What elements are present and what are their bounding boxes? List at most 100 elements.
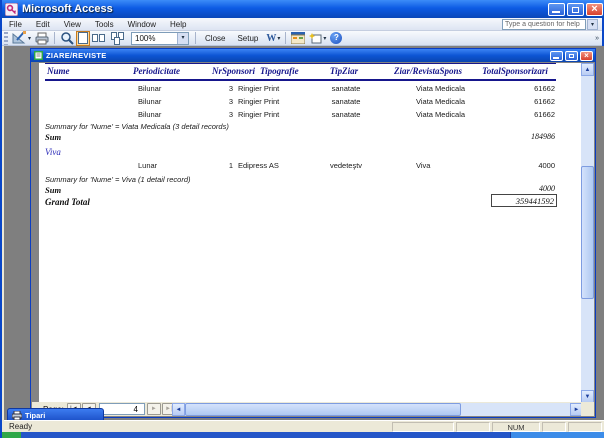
menu-file[interactable]: File xyxy=(2,18,29,31)
status-cell xyxy=(456,421,490,432)
menu-edit[interactable]: Edit xyxy=(29,18,57,31)
access-app-icon xyxy=(5,2,18,16)
cell-tipografie: Ringier Print xyxy=(238,84,280,93)
office-links-button[interactable]: W ▾ xyxy=(264,31,282,46)
report-window: ZIARE/REVISTE × Nume Periodicitate NrSpo… xyxy=(30,48,596,418)
report-title-bar[interactable]: ZIARE/REVISTE × xyxy=(31,49,595,62)
close-preview-button[interactable]: Close xyxy=(199,31,231,45)
next-page-button[interactable]: ► xyxy=(146,403,161,415)
multiple-pages-button[interactable] xyxy=(109,31,128,46)
close-button[interactable]: × xyxy=(586,2,603,16)
cell-periodicitate: Bilunar xyxy=(138,97,162,106)
help-button[interactable]: ? xyxy=(328,31,344,46)
grand-total-label: Grand Total xyxy=(45,197,90,207)
design-view-dropdown-icon: ▾ xyxy=(28,35,32,42)
menu-help[interactable]: Help xyxy=(163,18,193,31)
menu-tools[interactable]: Tools xyxy=(88,18,121,31)
table-row: Lunar 1 Edipress AS vedeteştv Viva 4000 xyxy=(39,161,582,173)
access-window: Microsoft Access × File Edit View Tools … xyxy=(0,0,604,438)
print-button[interactable] xyxy=(33,31,51,46)
report-icon xyxy=(34,51,43,60)
office-links-icon: W xyxy=(266,32,277,44)
database-window-button[interactable] xyxy=(289,31,307,46)
cell-nrsponsori: 3 xyxy=(228,97,233,106)
two-pages-button[interactable] xyxy=(90,31,109,46)
col-header-totalsponsorizari: TotalSponsorizari xyxy=(482,66,548,76)
current-page-input[interactable] xyxy=(98,403,145,415)
minimized-window-title: Tipari xyxy=(25,410,46,420)
status-cell xyxy=(392,421,454,432)
office-links-dropdown-icon: ▾ xyxy=(277,35,281,42)
page-navigation-bar: Page: |◄ ◄ ► ►| ◄ ► xyxy=(32,402,583,416)
col-header-tipografie: Tipografie xyxy=(260,66,299,76)
zoom-tool-button[interactable] xyxy=(58,31,76,46)
cell-tipziar: sanatate xyxy=(331,110,361,119)
report-minimize-button[interactable] xyxy=(550,50,563,61)
zoom-combobox[interactable]: 100% ▾ xyxy=(131,31,190,45)
status-cell xyxy=(568,421,602,432)
cell-ziar: Viva xyxy=(416,161,431,170)
sum-label: Sum xyxy=(45,132,62,142)
cell-periodicitate: Bilunar xyxy=(138,84,162,93)
cell-tipografie: Edipress AS xyxy=(238,161,279,170)
database-window-icon xyxy=(291,32,306,44)
cell-periodicitate: Lunar xyxy=(138,161,158,170)
table-row: Bilunar 3 Ringier Print sanatate Viata M… xyxy=(39,84,582,96)
minimized-window[interactable]: Tipari xyxy=(7,408,104,420)
mdi-area: ZIARE/REVISTE × Nume Periodicitate NrSpo… xyxy=(4,46,604,420)
group-summary: Summary for 'Nume' = Viata Medicala (3 d… xyxy=(45,122,229,131)
printer-icon xyxy=(12,410,22,420)
cell-nrsponsori: 3 xyxy=(228,110,233,119)
print-icon xyxy=(35,32,49,44)
toolbar-options-button[interactable]: » xyxy=(592,31,602,45)
grand-total-box: 359441592 xyxy=(491,194,557,207)
new-object-icon xyxy=(309,33,322,44)
cell-total: 61662 xyxy=(534,84,555,93)
report-restore-button[interactable] xyxy=(565,50,578,61)
new-object-button[interactable]: ▾ xyxy=(307,31,328,46)
cell-tipziar: vedeteştv xyxy=(329,161,363,170)
help-icon: ? xyxy=(330,32,343,44)
cell-nrsponsori: 3 xyxy=(228,84,233,93)
help-question-input[interactable] xyxy=(502,19,586,30)
toolbar-separator xyxy=(54,32,56,44)
design-view-icon xyxy=(12,31,26,44)
toolbar-drag-handle[interactable] xyxy=(4,31,8,45)
minimize-button[interactable] xyxy=(548,2,565,16)
toolbar-separator xyxy=(285,32,287,44)
horizontal-scrollbar[interactable]: ◄ ► xyxy=(172,403,583,416)
new-object-dropdown-icon: ▾ xyxy=(323,35,327,42)
multiple-pages-icon xyxy=(111,31,126,45)
horizontal-scrollbar-thumb[interactable] xyxy=(185,403,461,416)
app-title: Microsoft Access xyxy=(22,3,113,15)
two-pages-icon xyxy=(92,32,107,44)
cell-tipziar: sanatate xyxy=(331,84,361,93)
cell-total: 4000 xyxy=(538,161,555,170)
grand-total-value: 359441592 xyxy=(515,196,554,206)
design-view-button[interactable]: ▾ xyxy=(10,31,33,46)
maximize-button[interactable] xyxy=(567,2,584,16)
zoom-value: 100% xyxy=(135,33,156,43)
cell-tipografie: Ringier Print xyxy=(238,97,280,106)
cell-total: 61662 xyxy=(534,97,555,106)
cell-periodicitate: Bilunar xyxy=(138,110,162,119)
report-close-button[interactable]: × xyxy=(580,50,593,61)
start-button-fragment[interactable] xyxy=(2,432,21,438)
vertical-scrollbar-thumb[interactable] xyxy=(581,166,594,299)
col-header-nrsponsori: NrSponsori xyxy=(211,66,255,76)
status-bar: Ready NUM xyxy=(4,420,604,432)
sum-label: Sum xyxy=(45,185,62,195)
num-lock-indicator: NUM xyxy=(492,421,540,432)
scroll-up-icon[interactable]: ▲ xyxy=(581,63,594,76)
one-page-button[interactable] xyxy=(76,30,91,46)
setup-button[interactable]: Setup xyxy=(231,31,264,45)
sum-value: 184986 xyxy=(531,132,555,141)
menu-window[interactable]: Window xyxy=(121,18,163,31)
help-dropdown-icon[interactable]: ▾ xyxy=(587,19,598,30)
print-preview-toolbar: ▾ 100% ▾ Close Setup W ▾ ▾ ? » xyxy=(2,30,602,46)
menu-view[interactable]: View xyxy=(57,18,88,31)
scroll-left-icon[interactable]: ◄ xyxy=(172,403,185,416)
zoom-dropdown-icon[interactable]: ▾ xyxy=(177,32,189,44)
cell-nrsponsori: 1 xyxy=(228,161,233,170)
vertical-scrollbar[interactable]: ▲ ▼ xyxy=(581,63,594,403)
